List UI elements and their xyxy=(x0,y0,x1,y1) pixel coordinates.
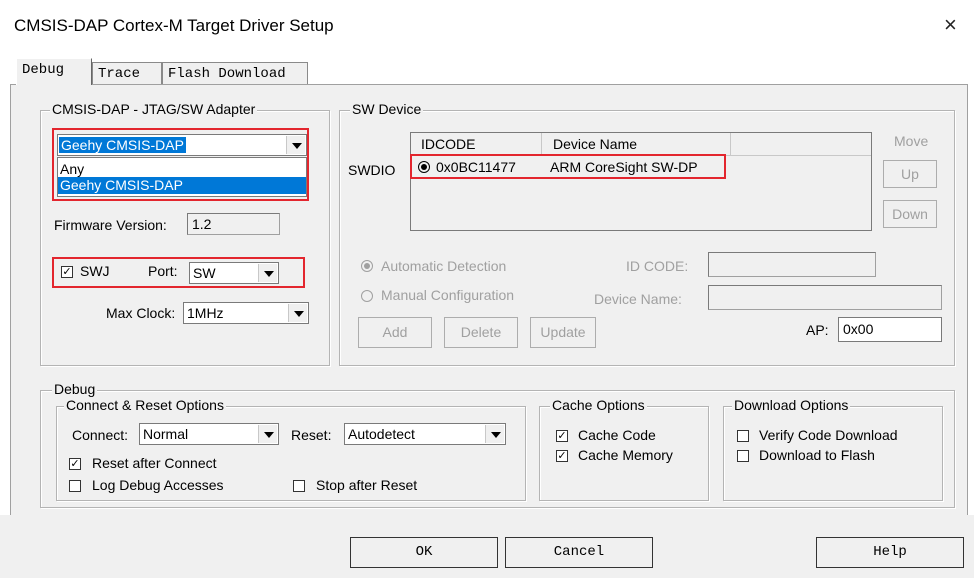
tab-trace[interactable]: Trace xyxy=(92,62,162,84)
auto-detect-label: Automatic Detection xyxy=(381,258,507,274)
manual-config-label: Manual Configuration xyxy=(381,287,515,303)
device-row-idcode: 0x0BC11477 xyxy=(436,159,516,175)
cache-code-label: Cache Code xyxy=(578,427,656,443)
cache-memory-checkbox[interactable]: ✓ xyxy=(556,450,568,462)
swj-checkbox[interactable]: ✓ xyxy=(61,266,73,278)
maxclock-label: Max Clock: xyxy=(106,305,176,321)
device-list[interactable]: IDCODE Device Name xyxy=(410,132,872,231)
tab-debug[interactable]: Debug xyxy=(16,58,92,85)
move-down-button[interactable]: Down xyxy=(883,200,937,228)
swj-label: SWJ xyxy=(80,263,110,279)
reset-label: Reset: xyxy=(291,427,332,443)
delete-button[interactable]: Delete xyxy=(444,317,518,348)
reset-select[interactable]: Autodetect xyxy=(344,423,506,445)
device-row-name: ARM CoreSight SW-DP xyxy=(550,159,698,175)
download-flash-label: Download to Flash xyxy=(759,447,875,463)
port-value: SW xyxy=(193,265,216,281)
firmware-value: 1.2 xyxy=(192,216,212,232)
maxclock-value: 1MHz xyxy=(187,305,224,321)
move-label: Move xyxy=(894,133,929,149)
log-debug-checkbox[interactable] xyxy=(69,480,81,492)
adapter-highlight-box xyxy=(52,128,309,201)
col-idcode[interactable]: IDCODE xyxy=(421,136,541,152)
update-button[interactable]: Update xyxy=(530,317,596,348)
stop-after-reset-checkbox[interactable] xyxy=(293,480,305,492)
chevron-down-icon[interactable] xyxy=(485,425,504,443)
device-name-label: Device Name: xyxy=(594,291,682,307)
connect-reset-group-label: Connect & Reset Options xyxy=(64,397,226,413)
auto-detect-radio[interactable] xyxy=(361,260,373,272)
adapter-group-label: CMSIS-DAP - JTAG/SW Adapter xyxy=(50,101,258,117)
add-button[interactable]: Add xyxy=(358,317,432,348)
cache-options-group-label: Cache Options xyxy=(550,397,647,413)
chevron-down-icon[interactable] xyxy=(258,425,277,443)
idcode-label: ID CODE: xyxy=(626,258,689,274)
device-list-header: IDCODE Device Name xyxy=(411,133,871,156)
window-title: CMSIS-DAP Cortex-M Target Driver Setup xyxy=(14,16,334,35)
firmware-label: Firmware Version: xyxy=(54,217,167,233)
reset-value: Autodetect xyxy=(348,426,415,442)
verify-download-checkbox[interactable] xyxy=(737,430,749,442)
cancel-button[interactable]: Cancel xyxy=(505,537,653,568)
stop-after-reset-label: Stop after Reset xyxy=(316,477,418,493)
chevron-down-icon[interactable] xyxy=(258,264,277,282)
connect-label: Connect: xyxy=(72,427,129,443)
log-debug-label: Log Debug Accesses xyxy=(92,477,224,493)
cache-code-checkbox[interactable]: ✓ xyxy=(556,430,568,442)
download-flash-checkbox[interactable] xyxy=(737,450,749,462)
connect-select[interactable]: Normal xyxy=(139,423,279,445)
manual-config-radio[interactable] xyxy=(361,290,373,302)
reset-after-connect-checkbox[interactable]: ✓ xyxy=(69,458,81,470)
help-button[interactable]: Help xyxy=(816,537,964,568)
ok-button[interactable]: OK xyxy=(350,537,498,568)
move-up-button[interactable]: Up xyxy=(883,160,937,188)
device-name-field[interactable] xyxy=(708,285,942,310)
chevron-down-icon[interactable] xyxy=(288,304,307,322)
debug-group-label: Debug xyxy=(52,381,98,397)
sw-device-group-label: SW Device xyxy=(350,101,424,117)
device-row[interactable]: 0x0BC11477 ARM CoreSight SW-DP xyxy=(418,159,718,177)
swdio-label: SWDIO xyxy=(348,162,396,178)
tab-flash-download[interactable]: Flash Download xyxy=(162,62,308,84)
cache-memory-label: Cache Memory xyxy=(578,447,673,463)
selected-radio-icon xyxy=(418,161,430,173)
connect-value: Normal xyxy=(143,426,189,442)
port-select[interactable]: SW xyxy=(189,262,279,284)
port-label: Port: xyxy=(148,263,178,279)
download-options-group-label: Download Options xyxy=(732,397,851,413)
close-icon[interactable]: × xyxy=(944,12,957,38)
ap-field[interactable]: 0x00 xyxy=(838,317,942,342)
verify-download-label: Verify Code Download xyxy=(759,427,898,443)
firmware-field: 1.2 xyxy=(187,213,280,235)
maxclock-select[interactable]: 1MHz xyxy=(183,302,309,324)
idcode-field[interactable] xyxy=(708,252,876,277)
ap-value: 0x00 xyxy=(843,321,874,337)
reset-after-connect-label: Reset after Connect xyxy=(92,455,217,471)
ap-label: AP: xyxy=(806,322,829,338)
col-device-name[interactable]: Device Name xyxy=(553,136,637,152)
